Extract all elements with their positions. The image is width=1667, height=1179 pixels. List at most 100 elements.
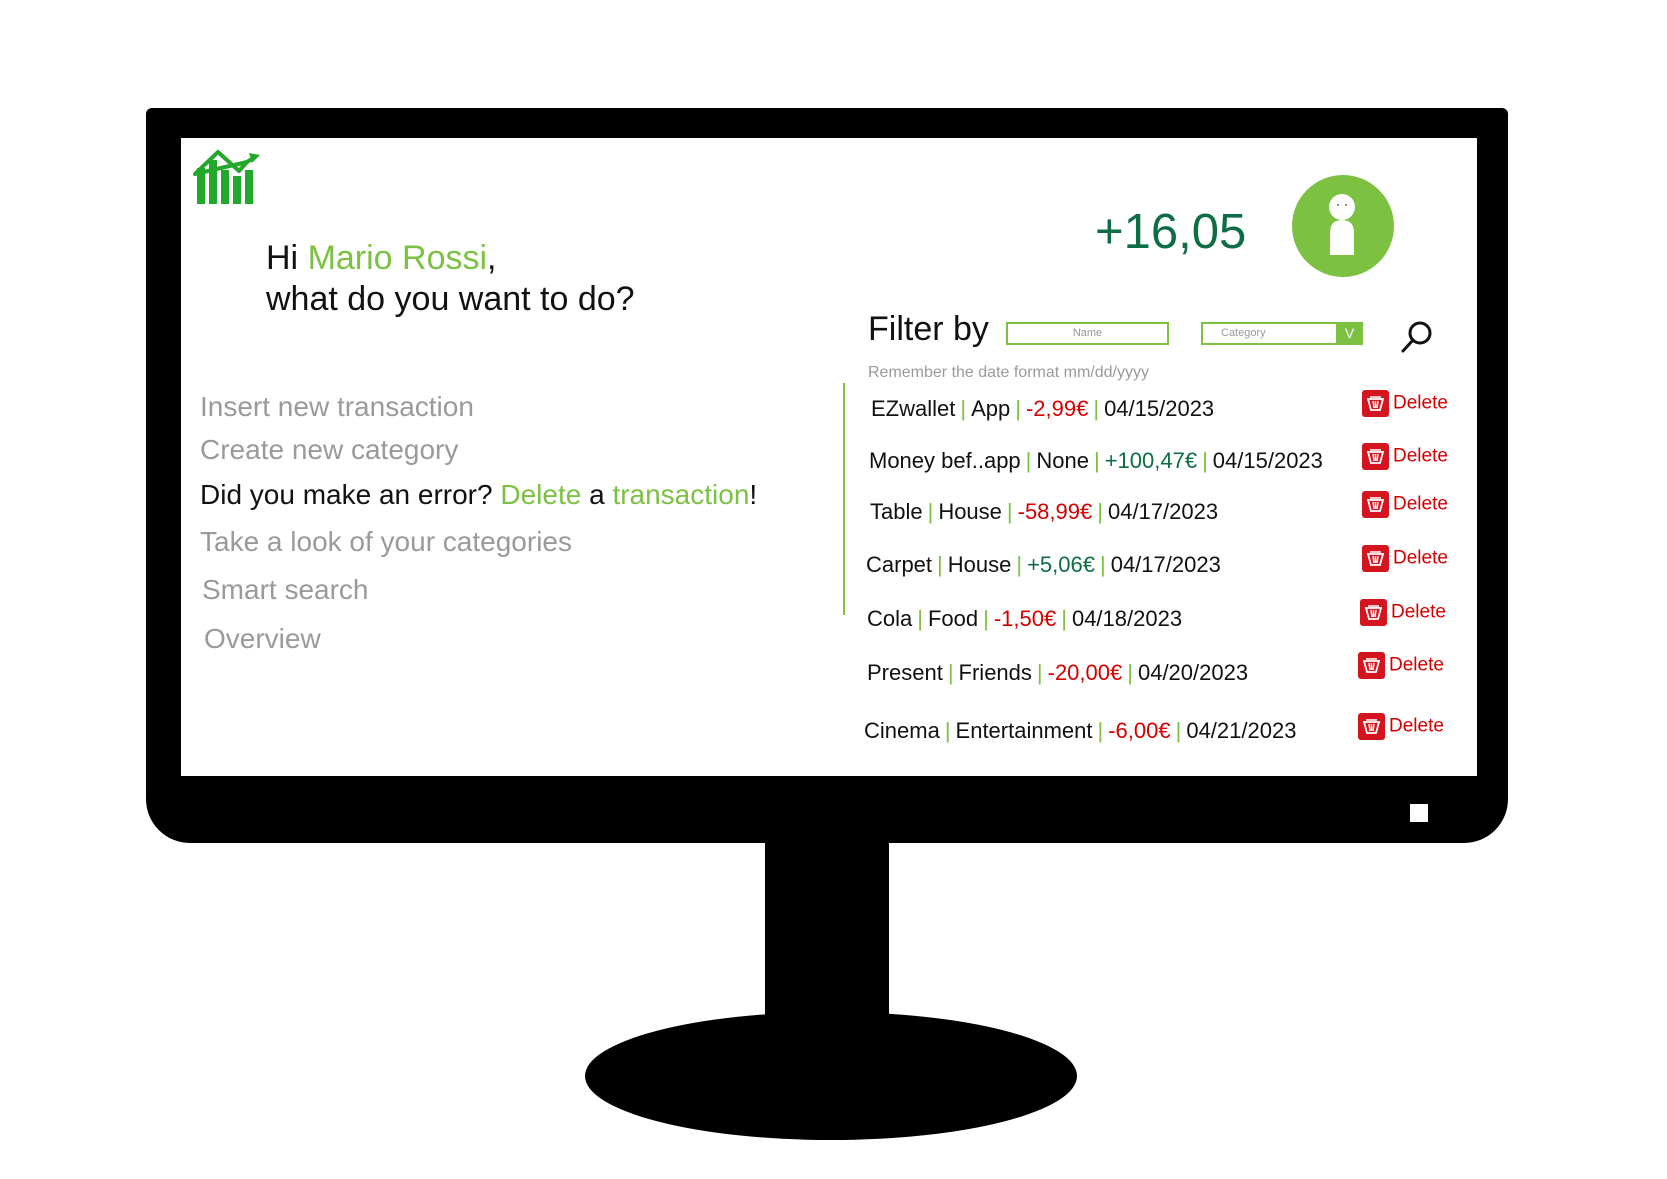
category-filter-select[interactable]: Category V <box>1201 322 1363 345</box>
transaction-amount: -6,00€ <box>1108 718 1171 743</box>
menu-delete-prefix: Did you make an error? <box>200 479 501 510</box>
user-avatar-icon[interactable] <box>1292 175 1394 277</box>
greeting-comma: , <box>487 239 497 277</box>
transaction-name: Table <box>870 499 923 524</box>
menu-smart-search[interactable]: Smart search <box>202 574 369 606</box>
transaction-category: App <box>971 396 1011 421</box>
transaction-category: House <box>947 552 1012 577</box>
name-filter-input[interactable]: Name <box>1006 322 1169 345</box>
separator: | <box>960 396 967 421</box>
greeting-prefix: Hi <box>266 239 308 277</box>
transaction-name: Present <box>867 660 943 685</box>
transaction-row[interactable]: Table | House | -58,99€ | 04/17/2023 <box>870 499 1218 525</box>
separator: | <box>1099 552 1106 577</box>
menu-delete-word: Delete <box>500 479 582 510</box>
transaction-name: Cola <box>867 606 913 631</box>
filter-label: Filter by <box>868 310 989 348</box>
app-logo-icon[interactable] <box>191 146 265 206</box>
separator: | <box>1093 448 1100 473</box>
transaction-row[interactable]: Cola | Food | -1,50€ | 04/18/2023 <box>867 606 1182 632</box>
transaction-amount: +5,06€ <box>1027 552 1095 577</box>
trash-basket-icon <box>1362 491 1389 518</box>
transaction-date: 04/17/2023 <box>1107 499 1219 524</box>
transaction-date: 04/17/2023 <box>1110 552 1221 577</box>
menu-delete-mid: a <box>581 479 613 510</box>
search-icon[interactable] <box>1399 319 1435 355</box>
separator: | <box>1025 448 1032 473</box>
transaction-amount: -58,99€ <box>1017 499 1093 524</box>
transaction-name: Cinema <box>864 718 940 743</box>
trash-basket-icon <box>1362 443 1389 470</box>
delete-label: Delete <box>1391 601 1446 623</box>
delete-label: Delete <box>1389 715 1444 737</box>
transaction-date: 04/21/2023 <box>1186 718 1297 743</box>
delete-label: Delete <box>1389 654 1444 676</box>
menu-transaction-word: transaction <box>612 479 750 510</box>
separator: | <box>1016 552 1023 577</box>
user-name: Mario Rossi <box>307 239 488 277</box>
separator: | <box>927 499 934 524</box>
transaction-amount: -20,00€ <box>1047 660 1123 685</box>
delete-button[interactable]: Delete <box>1362 491 1448 518</box>
category-filter-placeholder: Category <box>1221 327 1266 339</box>
delete-label: Delete <box>1393 547 1448 569</box>
menu-insert-transaction[interactable]: Insert new transaction <box>200 391 474 423</box>
date-format-hint: Remember the date format mm/dd/yyyy <box>868 364 1149 381</box>
delete-button[interactable]: Delete <box>1362 390 1448 417</box>
menu-create-category[interactable]: Create new category <box>200 434 458 466</box>
transaction-category: None <box>1036 448 1089 473</box>
trash-basket-icon <box>1358 713 1385 740</box>
menu-delete-suffix: ! <box>749 479 758 510</box>
trash-basket-icon <box>1362 390 1389 417</box>
separator: | <box>1061 606 1067 631</box>
transaction-date: 04/18/2023 <box>1071 606 1183 631</box>
separator: | <box>1127 660 1133 685</box>
separator: | <box>1175 718 1182 743</box>
transaction-category: Entertainment <box>955 718 1093 743</box>
delete-button[interactable]: Delete <box>1362 545 1448 572</box>
greeting: Hi Mario Rossi, what do you want to do? <box>266 238 635 320</box>
transaction-date: 04/20/2023 <box>1137 660 1249 685</box>
transaction-amount: +100,47€ <box>1104 448 1198 473</box>
delete-label: Delete <box>1393 445 1448 467</box>
transaction-row[interactable]: EZwallet | App | -2,99€ | 04/15/2023 <box>871 396 1214 422</box>
separator: | <box>1093 396 1100 421</box>
separator: | <box>937 552 943 577</box>
transaction-date: 04/15/2023 <box>1104 396 1215 421</box>
chevron-down-icon[interactable]: V <box>1336 322 1363 345</box>
menu-delete-transaction[interactable]: Did you make an error? Delete a transact… <box>200 479 757 511</box>
balance-amount: +16,05 <box>1095 205 1247 259</box>
transaction-name: Carpet <box>866 552 933 577</box>
transaction-name: EZwallet <box>871 396 956 421</box>
transaction-row[interactable]: Carpet | House | +5,06€ | 04/17/2023 <box>866 552 1221 578</box>
transaction-category: House <box>938 499 1002 524</box>
transaction-row[interactable]: Cinema | Entertainment | -6,00€ | 04/21/2023 <box>864 718 1296 744</box>
vertical-divider <box>843 383 845 615</box>
delete-button[interactable]: Delete <box>1358 652 1444 679</box>
delete-label: Delete <box>1393 392 1448 414</box>
menu-overview[interactable]: Overview <box>204 623 321 655</box>
menu-categories[interactable]: Take a look of your categories <box>200 526 572 558</box>
separator: | <box>1097 718 1104 743</box>
separator: | <box>917 606 923 631</box>
power-button[interactable] <box>1410 804 1428 822</box>
greeting-question: what do you want to do? <box>266 280 635 318</box>
app-screen: Hi Mario Rossi, what do you want to do? … <box>181 138 1477 776</box>
delete-button[interactable]: Delete <box>1358 713 1444 740</box>
delete-button[interactable]: Delete <box>1362 443 1448 470</box>
monitor-stand-neck <box>765 843 889 1018</box>
separator: | <box>947 660 954 685</box>
trash-basket-icon <box>1358 652 1385 679</box>
monitor-stand-base <box>585 1012 1077 1140</box>
separator: | <box>1202 448 1208 473</box>
transaction-row[interactable]: Money bef..app | None | +100,47€ | 04/15/2023 <box>869 448 1323 474</box>
transaction-amount: -1,50€ <box>993 606 1057 631</box>
transaction-date: 04/15/2023 <box>1212 448 1323 473</box>
separator: | <box>1006 499 1013 524</box>
transaction-row[interactable]: Present | Friends | -20,00€ | 04/20/2023 <box>867 660 1248 686</box>
delete-button[interactable]: Delete <box>1360 599 1446 626</box>
trash-basket-icon <box>1362 545 1389 572</box>
separator: | <box>1015 396 1021 421</box>
transaction-category: Friends <box>958 660 1032 685</box>
transaction-category: Food <box>927 606 979 631</box>
